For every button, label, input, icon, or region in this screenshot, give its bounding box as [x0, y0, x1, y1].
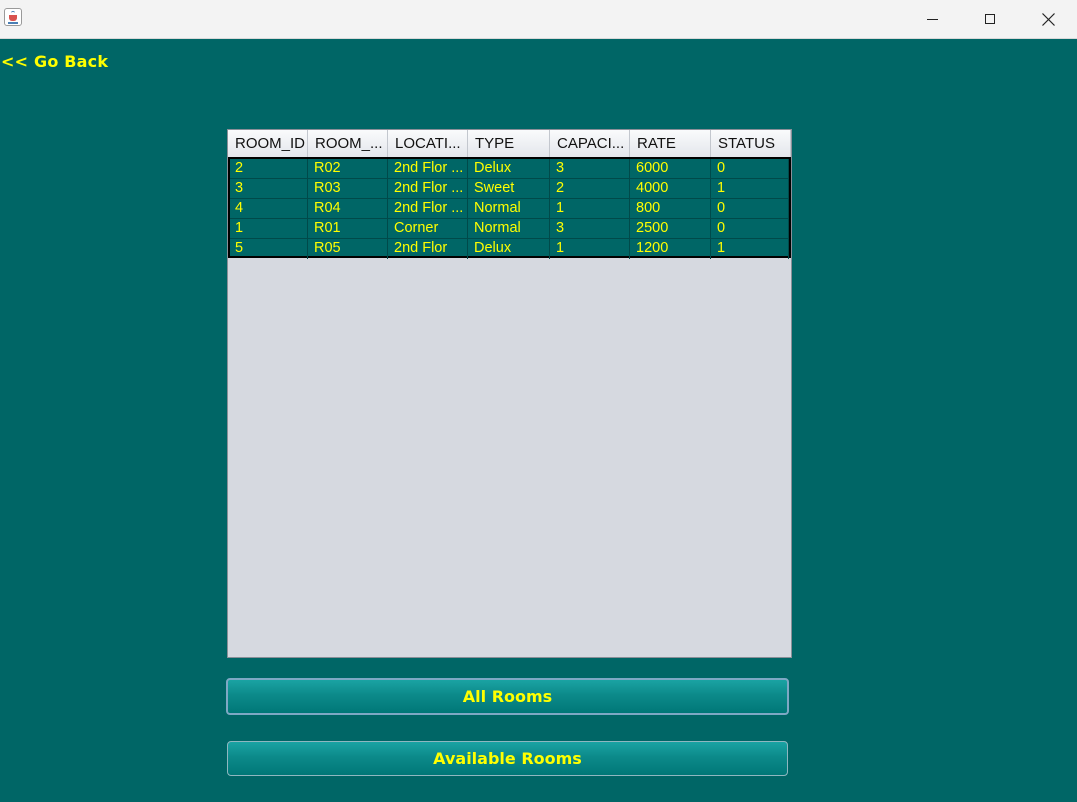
maximize-button[interactable]: [961, 0, 1019, 38]
table-body: 2 R02 2nd Flor ... Delux 3 6000 0 3 R03 …: [228, 157, 791, 259]
cell-rate[interactable]: 6000: [630, 159, 711, 179]
title-bar: [0, 0, 1077, 39]
cell-rate[interactable]: 800: [630, 199, 711, 219]
column-header-rate[interactable]: RATE: [630, 130, 711, 157]
table-header: ROOM_ID ROOM_... LOCATI... TYPE CAPACI..…: [228, 130, 791, 158]
cell-capacity[interactable]: 1: [550, 239, 630, 259]
cell-type[interactable]: Normal: [468, 199, 550, 219]
cell-room-no[interactable]: R05: [308, 239, 388, 259]
cell-type[interactable]: Delux: [468, 159, 550, 179]
java-cup-icon[interactable]: [4, 8, 22, 26]
cell-room-no[interactable]: R04: [308, 199, 388, 219]
cell-capacity[interactable]: 3: [550, 159, 630, 179]
minimize-button[interactable]: [903, 0, 961, 38]
cell-type[interactable]: Delux: [468, 239, 550, 259]
table-row[interactable]: 4 R04 2nd Flor ... Normal 1 800 0: [230, 199, 789, 219]
column-header-room-id[interactable]: ROOM_ID: [228, 130, 308, 157]
go-back-link[interactable]: << Go Back: [1, 52, 108, 71]
cell-capacity[interactable]: 2: [550, 179, 630, 199]
cell-capacity[interactable]: 1: [550, 199, 630, 219]
cell-status[interactable]: 0: [711, 199, 789, 219]
cell-capacity[interactable]: 3: [550, 219, 630, 239]
cell-status[interactable]: 1: [711, 239, 789, 259]
cell-status[interactable]: 0: [711, 219, 789, 239]
cell-room-no[interactable]: R01: [308, 219, 388, 239]
cell-room-id[interactable]: 4: [230, 199, 308, 219]
cell-room-no[interactable]: R03: [308, 179, 388, 199]
close-icon: [1041, 12, 1055, 26]
cell-location[interactable]: 2nd Flor ...: [388, 199, 468, 219]
cell-rate[interactable]: 2500: [630, 219, 711, 239]
cell-location[interactable]: 2nd Flor: [388, 239, 468, 259]
cell-status[interactable]: 1: [711, 179, 789, 199]
column-header-capacity[interactable]: CAPACI...: [550, 130, 630, 157]
cell-type[interactable]: Normal: [468, 219, 550, 239]
cell-location[interactable]: Corner: [388, 219, 468, 239]
cell-rate[interactable]: 4000: [630, 179, 711, 199]
cell-status[interactable]: 0: [711, 159, 789, 179]
column-header-location[interactable]: LOCATI...: [388, 130, 468, 157]
close-button[interactable]: [1019, 0, 1077, 38]
column-header-room-no[interactable]: ROOM_...: [308, 130, 388, 157]
minimize-icon: [926, 18, 938, 20]
cell-room-id[interactable]: 2: [230, 159, 308, 179]
cell-room-id[interactable]: 3: [230, 179, 308, 199]
column-header-status[interactable]: STATUS: [711, 130, 791, 157]
cell-room-id[interactable]: 1: [230, 219, 308, 239]
cell-room-id[interactable]: 5: [230, 239, 308, 259]
cell-room-no[interactable]: R02: [308, 159, 388, 179]
table-row[interactable]: 2 R02 2nd Flor ... Delux 3 6000 0: [230, 159, 789, 179]
table-row[interactable]: 3 R03 2nd Flor ... Sweet 2 4000 1: [230, 179, 789, 199]
available-rooms-button[interactable]: Available Rooms: [227, 741, 788, 776]
cell-location[interactable]: 2nd Flor ...: [388, 179, 468, 199]
all-rooms-button[interactable]: All Rooms: [226, 678, 789, 715]
table-row[interactable]: 5 R05 2nd Flor Delux 1 1200 1: [230, 239, 789, 259]
cell-rate[interactable]: 1200: [630, 239, 711, 259]
cell-type[interactable]: Sweet: [468, 179, 550, 199]
maximize-icon: [985, 14, 995, 24]
column-header-type[interactable]: TYPE: [468, 130, 550, 157]
cell-location[interactable]: 2nd Flor ...: [388, 159, 468, 179]
rooms-table[interactable]: ROOM_ID ROOM_... LOCATI... TYPE CAPACI..…: [227, 129, 792, 658]
table-row[interactable]: 1 R01 Corner Normal 3 2500 0: [230, 219, 789, 239]
